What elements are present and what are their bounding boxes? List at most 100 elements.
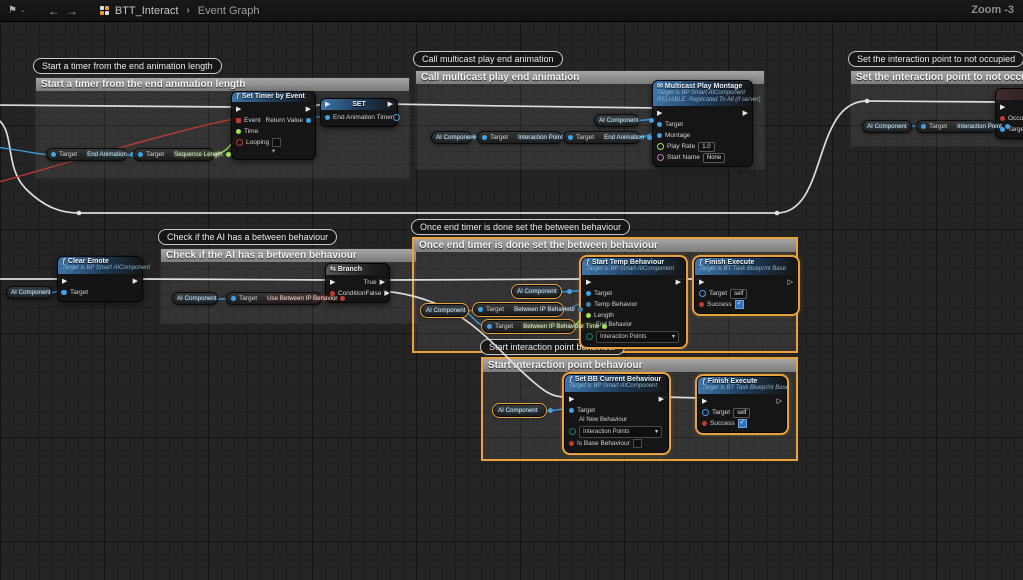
exec-in-pin[interactable]: ▶: [325, 101, 330, 108]
target-pin[interactable]: [699, 290, 706, 297]
target-in-pin[interactable]: [231, 296, 236, 301]
value-out-pin[interactable]: [567, 289, 572, 294]
target-in-pin[interactable]: [487, 324, 492, 329]
get-ai-component-1[interactable]: AI Component: [594, 114, 639, 127]
node-set-occupied-clipped[interactable]: ▶OccupiedTarget: [995, 88, 1023, 139]
back-button[interactable]: ←: [48, 5, 60, 17]
reroute-node[interactable]: [775, 211, 780, 216]
get-interaction-point-2[interactable]: TargetInteraction Point: [916, 120, 996, 133]
node-set-end-animation-timer[interactable]: ▶SET▶End Animation Timer: [320, 98, 398, 127]
value-out-pin[interactable]: [61, 290, 66, 295]
checkbox[interactable]: [272, 138, 281, 147]
get-end-animation-2[interactable]: TargetEnd Animation: [563, 131, 640, 144]
target-in-pin[interactable]: [138, 152, 143, 157]
exec-out-pin[interactable]: ▶: [380, 279, 385, 286]
value-field[interactable]: None: [703, 153, 725, 163]
value-field[interactable]: self: [730, 289, 747, 299]
temp-behavior-pin[interactable]: [586, 302, 591, 307]
exec-out-pin[interactable]: ▶: [384, 290, 389, 297]
exec-out-pin[interactable]: ▶: [676, 279, 681, 286]
exec-out-pin[interactable]: ▶: [133, 278, 138, 285]
node-header[interactable]: ▶SET▶: [321, 99, 397, 110]
enum-pin[interactable]: [586, 333, 593, 340]
target-in-pin[interactable]: [482, 135, 487, 140]
get-ai-component-2[interactable]: AI Component: [431, 131, 472, 144]
event-pin[interactable]: [236, 118, 241, 123]
get-between-ip-behaviour[interactable]: TargetBetween IP Behaviour: [473, 303, 563, 316]
time-pin[interactable]: [236, 129, 241, 134]
reroute-node[interactable]: [77, 211, 82, 216]
comment-header-start-ip[interactable]: Start interaction point behaviour: [483, 359, 796, 372]
node-multicast-play-montage[interactable]: ✉Multicast Play MontageTarget is BP Smar…: [652, 80, 753, 167]
exec-out-pin[interactable]: ▶: [306, 106, 311, 113]
target-pin[interactable]: [569, 408, 574, 413]
exec-in-pin[interactable]: ▶: [586, 279, 591, 286]
value-out-pin[interactable]: [649, 118, 654, 123]
get-between-ip-behaviour-time[interactable]: TargetBetween IP Behaviour Time: [482, 320, 575, 333]
exec-out-pin[interactable]: ▶: [743, 110, 748, 117]
comment-start-timer[interactable]: Start a timer from the end animation len…: [35, 77, 410, 179]
exec-in-pin[interactable]: ▶: [1000, 104, 1005, 111]
node-header[interactable]: ⇆Branch: [326, 264, 389, 275]
exec-in-pin[interactable]: ▶: [657, 110, 662, 117]
get-ai-component-6[interactable]: AI Component: [512, 285, 561, 298]
get-use-between-ip[interactable]: TargetUse Between IP Behavior: [226, 292, 322, 305]
node-finish-execute-1[interactable]: ƒFinish ExecuteTarget is BT Task Bluepri…: [694, 257, 798, 314]
value-out-pin[interactable]: [1005, 124, 1010, 129]
data-pin[interactable]: [393, 114, 400, 121]
target-in-pin[interactable]: [51, 152, 56, 157]
node-header[interactable]: ✉Multicast Play MontageTarget is BP Smar…: [653, 81, 752, 106]
target-in-pin[interactable]: [921, 124, 926, 129]
comment-header-once-end-timer[interactable]: Once end timer is done set the between b…: [414, 239, 796, 252]
get-ai-component-3[interactable]: AI Component: [862, 120, 912, 133]
target-in-pin[interactable]: [568, 135, 573, 140]
value-out-pin[interactable]: [647, 135, 652, 140]
get-end-animation-1[interactable]: TargetEnd Animation: [46, 148, 127, 161]
value-out-pin[interactable]: [548, 408, 553, 413]
node-set-bb-current-behaviour[interactable]: ƒSet BB Current BehaviourTarget is BP Sm…: [564, 374, 669, 453]
exec-out-pin[interactable]: ▷: [777, 398, 782, 405]
target-in-pin[interactable]: [478, 307, 483, 312]
forward-button[interactable]: →: [66, 5, 78, 17]
return-value-pin[interactable]: [306, 118, 311, 123]
node-header[interactable]: ƒFinish ExecuteTarget is BT Task Bluepri…: [695, 258, 797, 275]
value-field[interactable]: self: [733, 408, 750, 418]
checkbox[interactable]: ✓: [738, 419, 747, 428]
expand-chevron-icon[interactable]: ▾: [232, 148, 315, 156]
node-header[interactable]: ƒSet BB Current BehaviourTarget is BP Sm…: [565, 375, 668, 392]
value-out-pin[interactable]: [226, 152, 231, 157]
play-rate-pin[interactable]: [657, 143, 664, 150]
looping-pin[interactable]: [236, 139, 243, 146]
get-sequence-length[interactable]: TargetSequence Length: [133, 148, 214, 161]
node-header[interactable]: ƒStart Temp BehaviourTarget is BP Smart …: [582, 258, 685, 275]
target-pin[interactable]: [586, 291, 591, 296]
checkbox[interactable]: [633, 439, 642, 448]
bookmark-dropdown-icon[interactable]: ⌄: [20, 7, 26, 14]
start-name-pin[interactable]: [657, 154, 664, 161]
is-base-behaviour-pin[interactable]: [569, 441, 574, 446]
node-header[interactable]: ƒFinish ExecuteTarget is BT Task Bluepri…: [698, 377, 786, 394]
exec-out-pin[interactable]: ▷: [788, 279, 793, 286]
exec-out-pin[interactable]: ▶: [659, 396, 664, 403]
occupied-pin[interactable]: [1000, 116, 1005, 121]
comment-header-check-between[interactable]: Check if the AI has a between behaviour: [161, 249, 416, 262]
node-start-temp-behaviour[interactable]: ƒStart Temp BehaviourTarget is BP Smart …: [581, 257, 686, 347]
node-clear-emote[interactable]: ƒClear EmoteTarget is BP Smart AICompone…: [57, 256, 143, 302]
enum-dropdown[interactable]: Interaction Points▾: [596, 331, 679, 343]
target-pin[interactable]: [657, 122, 662, 127]
comment-header-start-timer[interactable]: Start a timer from the end animation len…: [36, 78, 409, 91]
node-header[interactable]: [996, 89, 1023, 100]
node-set-timer-by-event[interactable]: ƒSet Timer by Event▶▶EventReturn ValueTi…: [231, 91, 316, 160]
exec-in-pin[interactable]: ▶: [569, 396, 574, 403]
exec-in-pin[interactable]: ▶: [236, 106, 241, 113]
exec-in-pin[interactable]: ▶: [62, 278, 67, 285]
exec-out-pin[interactable]: ▶: [388, 101, 393, 108]
success-pin[interactable]: [699, 302, 704, 307]
value-field[interactable]: 1.0: [698, 142, 714, 152]
node-header[interactable]: ƒClear EmoteTarget is BP Smart AICompone…: [58, 257, 142, 274]
length-pin[interactable]: [586, 313, 591, 318]
node-finish-execute-2[interactable]: ƒFinish ExecuteTarget is BT Task Bluepri…: [697, 376, 787, 433]
node-header[interactable]: ƒSet Timer by Event: [232, 92, 315, 102]
get-ai-component-8[interactable]: AI Component: [493, 404, 546, 417]
get-ai-component-4[interactable]: AI Component: [6, 286, 52, 299]
